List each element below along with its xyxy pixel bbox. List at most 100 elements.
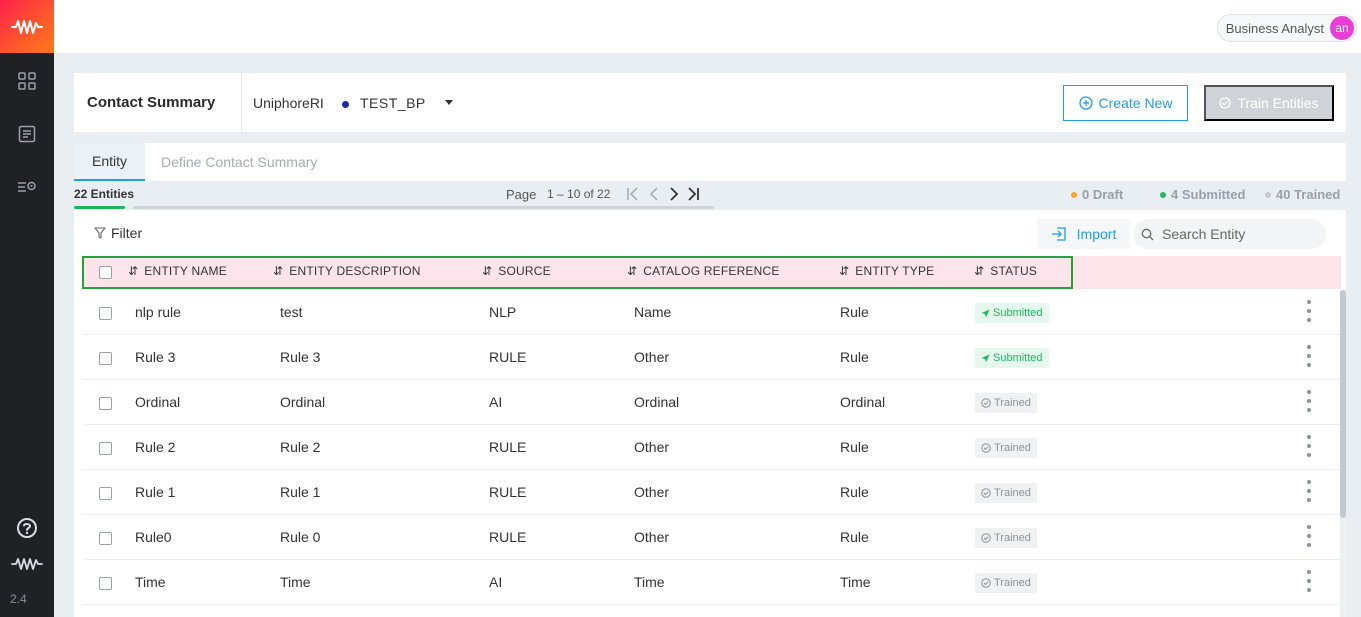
row-menu-icon[interactable] [1306, 570, 1312, 592]
check-circle-icon [981, 533, 991, 543]
tab-entity[interactable]: Entity [74, 143, 145, 181]
table-row[interactable]: Rule0 Rule 0 RULE Other Rule Trained [82, 515, 1341, 560]
scroll-track [133, 206, 714, 209]
filter-button[interactable]: Filter [94, 225, 142, 241]
row-checkbox[interactable] [99, 442, 112, 455]
submitted-count: 4 Submitted [1160, 187, 1245, 202]
filter-icon [94, 227, 106, 239]
waveform-logo-icon[interactable] [0, 0, 54, 53]
page-title: Contact Summary [87, 94, 216, 111]
row-checkbox[interactable] [99, 532, 112, 545]
cell-catalog-reference: Other [634, 484, 670, 500]
document-icon[interactable] [14, 121, 40, 147]
list-gear-icon[interactable] [14, 174, 40, 200]
previous-page-icon[interactable] [646, 184, 662, 204]
check-circle-icon [1219, 97, 1232, 109]
row-checkbox[interactable] [99, 577, 112, 590]
cell-source: RULE [489, 439, 527, 455]
cell-entity-name: Rule 2 [135, 439, 176, 455]
row-checkbox[interactable] [99, 397, 112, 410]
plus-circle-icon [1078, 96, 1093, 110]
table-row[interactable]: nlp rule test NLP Name Rule Submitted [82, 290, 1341, 335]
cell-catalog-reference: Ordinal [634, 394, 680, 410]
search-input[interactable] [1162, 226, 1322, 242]
entity-count-indicator [74, 206, 125, 209]
cell-entity-description: Time [280, 574, 311, 590]
status-badge: Trained [975, 393, 1037, 413]
cell-catalog-reference: Time [634, 574, 665, 590]
tab-define-contact-summary[interactable]: Define Contact Summary [161, 143, 317, 181]
status-badge: Trained [975, 573, 1037, 593]
row-menu-icon[interactable] [1306, 300, 1312, 322]
table-row[interactable]: Rule 1 Rule 1 RULE Other Rule Trained [82, 470, 1341, 515]
first-page-icon[interactable] [625, 184, 641, 204]
draft-dot-icon [1071, 191, 1077, 198]
create-new-button[interactable]: Create New [1063, 85, 1188, 121]
next-page-icon[interactable] [666, 184, 682, 204]
business-process-dot-icon [342, 101, 349, 108]
row-menu-icon[interactable] [1306, 525, 1312, 547]
top-bar: Business Analyst an [54, 0, 1361, 53]
last-page-icon[interactable] [685, 184, 701, 204]
check-circle-icon [981, 578, 991, 588]
check-circle-icon [981, 488, 991, 498]
train-entities-button[interactable]: Train Entities [1204, 85, 1334, 121]
row-menu-icon[interactable] [1306, 480, 1312, 502]
cell-entity-name: Ordinal [135, 394, 181, 410]
draft-count: 0 Draft [1071, 187, 1123, 202]
cell-entity-description: Rule 1 [280, 484, 321, 500]
table-row[interactable]: Time Time AI Time Time Trained [82, 560, 1341, 605]
create-new-label: Create New [1098, 95, 1173, 111]
pager-label: Page [506, 187, 537, 202]
cell-entity-type: Rule [840, 304, 869, 320]
pager-range: 1 – 10 of 22 [547, 187, 611, 201]
row-checkbox[interactable] [99, 487, 112, 500]
cell-entity-type: Rule [840, 439, 869, 455]
check-circle-icon [981, 398, 991, 408]
table-scrollbar[interactable] [1340, 290, 1346, 617]
user-menu[interactable]: Business Analyst an [1216, 14, 1357, 42]
left-rail: 2.4 [0, 0, 54, 617]
table-row[interactable]: Rule 3 Rule 3 RULE Other Rule Submitted [82, 335, 1341, 380]
row-menu-icon[interactable] [1306, 345, 1312, 367]
cell-entity-type: Ordinal [840, 394, 886, 410]
status-badge: Trained [975, 483, 1037, 503]
cell-source: RULE [489, 529, 527, 545]
cell-entity-description: Ordinal [280, 394, 326, 410]
info-bar: 22 Entities Page 1 – 10 of 22 0 Draft 4 … [74, 182, 1346, 210]
header-card: Contact Summary UniphoreRI TEST_BP Creat… [74, 73, 1346, 132]
row-checkbox[interactable] [99, 352, 112, 365]
filter-label: Filter [111, 225, 143, 241]
search-icon [1141, 228, 1154, 240]
status-badge: Submitted [975, 348, 1049, 368]
grid-icon[interactable] [14, 68, 40, 94]
cell-source: NLP [489, 304, 517, 320]
scrollbar-thumb[interactable] [1340, 290, 1346, 518]
trained-dot-icon [1265, 191, 1271, 198]
import-button[interactable]: Import [1037, 219, 1130, 249]
status-badge: Trained [975, 438, 1037, 458]
trained-count: 40 Trained [1265, 187, 1340, 202]
row-checkbox[interactable] [99, 307, 112, 320]
cell-entity-name: Rule 3 [135, 349, 176, 365]
table-row[interactable]: Rule 2 Rule 2 RULE Other Rule Trained [82, 425, 1341, 470]
cell-entity-name: Rule 1 [135, 484, 176, 500]
cell-catalog-reference: Other [634, 439, 670, 455]
help-circle-icon[interactable] [14, 515, 40, 541]
cell-entity-type: Rule [840, 484, 869, 500]
waveform-small-icon [9, 551, 45, 577]
cell-catalog-reference: Name [634, 304, 672, 320]
cell-entity-description: Rule 3 [280, 349, 321, 365]
check-circle-icon [981, 443, 991, 453]
caret-down-icon[interactable] [445, 100, 453, 105]
tab-bar: Entity Define Contact Summary [74, 143, 1346, 181]
row-menu-icon[interactable] [1306, 435, 1312, 457]
row-menu-icon[interactable] [1306, 390, 1312, 412]
cell-catalog-reference: Other [634, 349, 670, 365]
business-process-select[interactable]: TEST_BP [360, 95, 426, 111]
cell-entity-name: nlp rule [135, 304, 181, 320]
project-name: UniphoreRI [253, 95, 324, 111]
send-icon [981, 309, 990, 317]
cell-entity-description: Rule 2 [280, 439, 321, 455]
table-row[interactable]: Ordinal Ordinal AI Ordinal Ordinal Train… [82, 380, 1341, 425]
